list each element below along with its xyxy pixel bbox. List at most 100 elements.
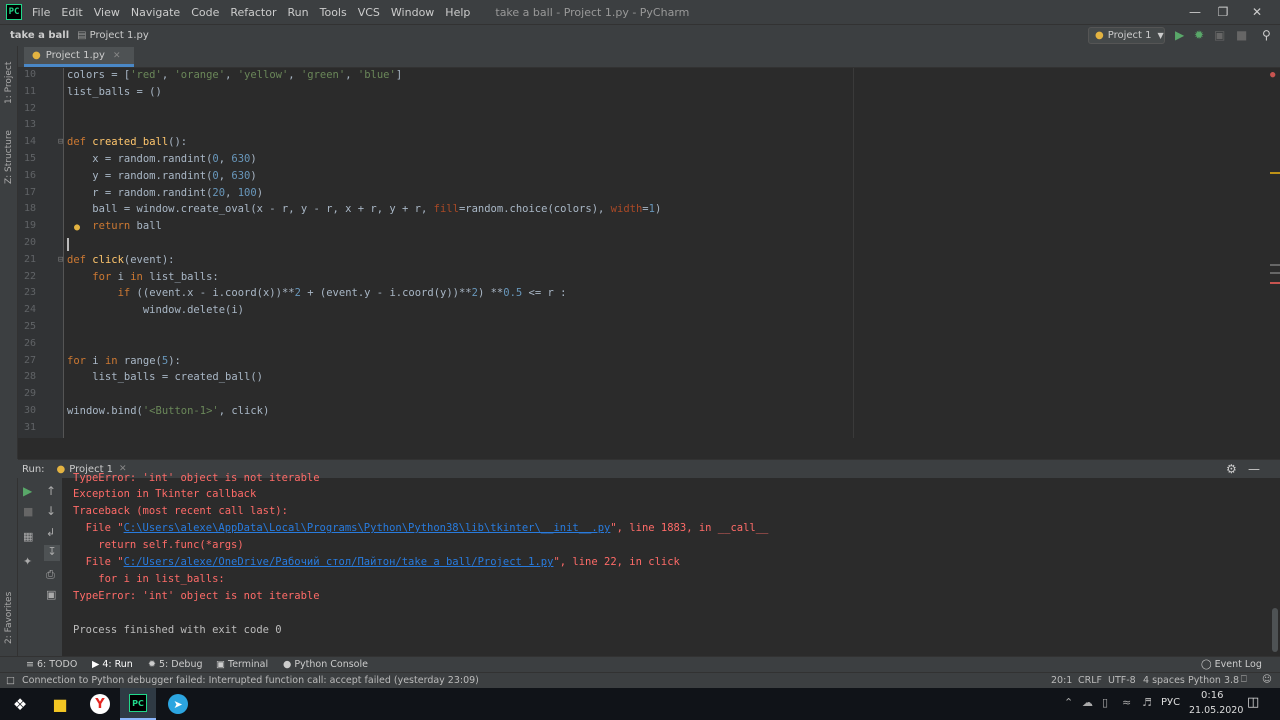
error-stripe[interactable]: [1270, 282, 1280, 284]
scroll-to-end-icon[interactable]: ↧: [44, 545, 60, 561]
wifi-icon[interactable]: ≈: [1122, 696, 1131, 709]
menu-window[interactable]: Window: [387, 6, 438, 19]
telegram-icon[interactable]: ➤: [166, 692, 190, 716]
menu-view[interactable]: View: [90, 6, 124, 19]
code-editor[interactable]: 10 11 12 13 14 ⊟ 15 16 17 18 19 20 21 ⊟ 22 23 24 25 26 27 28…: [18, 68, 1280, 438]
code-line[interactable]: y = random.randint(0, 630): [67, 170, 256, 182]
caret-position[interactable]: 20:1: [1051, 675, 1072, 686]
run-icon[interactable]: ▶: [1175, 28, 1184, 42]
file-encoding[interactable]: UTF-8: [1108, 675, 1136, 686]
clock-date[interactable]: 21.05.2020: [1189, 705, 1243, 716]
pycharm-logo-icon: PC: [129, 694, 147, 712]
code-line[interactable]: r = random.randint(20, 100): [67, 187, 263, 199]
stop-icon[interactable]: ■: [1236, 28, 1247, 42]
down-arrow-icon[interactable]: ↓: [46, 504, 56, 518]
breadcrumb-project[interactable]: take a ball: [0, 30, 69, 41]
code-line[interactable]: window.bind('<Button-1>', click): [67, 405, 269, 417]
run-console[interactable]: TypeError: 'int' object is not iterable …: [62, 472, 1280, 656]
code-line[interactable]: for i in list_balls:: [67, 271, 218, 283]
print-icon[interactable]: ⎙: [46, 568, 55, 582]
line-number: 15: [23, 153, 36, 164]
status-message[interactable]: Connection to Python debugger failed: In…: [22, 675, 479, 686]
code-line[interactable]: window.delete(i): [67, 304, 244, 316]
code-line[interactable]: return ball: [67, 220, 162, 232]
terminal-tool-tab[interactable]: ▣ Terminal: [216, 659, 268, 670]
console-scrollbar[interactable]: [1272, 608, 1278, 652]
up-arrow-icon[interactable]: ↑: [46, 484, 56, 498]
file-explorer-icon[interactable]: ■: [48, 692, 72, 716]
menu-navigate[interactable]: Navigate: [127, 6, 184, 19]
todo-tab-label: 6: TODO: [36, 659, 78, 670]
run-tool-tab[interactable]: ▶ 4: Run: [92, 659, 133, 670]
menu-edit[interactable]: Edit: [57, 6, 86, 19]
title-bar: PC File Edit View Navigate Code Refactor…: [0, 0, 1280, 24]
gear-icon[interactable]: ⚙: [1226, 462, 1237, 476]
marker-stripe[interactable]: [1270, 264, 1280, 266]
stop-icon[interactable]: ■: [23, 505, 33, 518]
menu-file[interactable]: File: [28, 6, 54, 19]
menu-tools[interactable]: Tools: [316, 6, 351, 19]
search-icon[interactable]: ⚲: [1262, 28, 1271, 42]
menu-refactor[interactable]: Refactor: [226, 6, 280, 19]
maximize-icon[interactable]: ❐: [1206, 0, 1240, 24]
code-line[interactable]: list_balls = created_ball(): [67, 371, 263, 383]
language-indicator[interactable]: РУС: [1161, 697, 1180, 708]
code-line[interactable]: list_balls = (): [67, 86, 162, 98]
hide-panel-icon[interactable]: —: [1248, 462, 1260, 476]
python-interpreter[interactable]: Python 3.8: [1188, 675, 1239, 686]
battery-icon[interactable]: ▯: [1102, 696, 1108, 709]
action-center-icon[interactable]: ◫: [1247, 695, 1259, 710]
onedrive-cloud-icon[interactable]: ☁: [1082, 696, 1093, 709]
notification-icon[interactable]: ☺: [1262, 674, 1272, 685]
marker-stripe[interactable]: [1270, 272, 1280, 274]
project-tool-tab[interactable]: 1: Project: [1, 54, 17, 104]
breadcrumb-file[interactable]: Project 1.py: [87, 30, 149, 41]
code-line[interactable]: colors = ['red', 'orange', 'yellow', 'gr…: [67, 69, 402, 81]
fold-icon[interactable]: ⊟: [58, 137, 63, 147]
code-line[interactable]: for i in range(5):: [67, 355, 181, 367]
event-log-tab[interactable]: ◯ Event Log: [1201, 659, 1262, 670]
pin-icon[interactable]: ✦: [23, 555, 32, 568]
warning-stripe[interactable]: [1270, 172, 1280, 174]
debug-icon[interactable]: ✹: [1194, 28, 1204, 42]
code-line[interactable]: def click(event):: [67, 254, 174, 266]
chevron-up-icon[interactable]: ⌃: [1064, 696, 1073, 709]
pycharm-taskbar-button[interactable]: PC: [120, 688, 156, 720]
python-icon: ●: [56, 463, 66, 475]
run-config-select[interactable]: ● Project 1 ▼: [1088, 27, 1165, 44]
rerun-icon[interactable]: ▶: [23, 484, 32, 498]
error-indicator-icon[interactable]: ●: [1270, 70, 1275, 80]
line-separator[interactable]: CRLF: [1078, 675, 1102, 686]
menu-run[interactable]: Run: [284, 6, 313, 19]
clock-time[interactable]: 0:16: [1201, 690, 1223, 701]
trash-icon[interactable]: ▣: [46, 588, 56, 601]
close-icon[interactable]: ✕: [1240, 0, 1274, 24]
traceback-link[interactable]: C:\Users\alexe\AppData\Local\Programs\Py…: [124, 522, 611, 534]
soft-wrap-icon[interactable]: ↲: [46, 526, 55, 539]
menu-vcs[interactable]: VCS: [354, 6, 384, 19]
layout-icon[interactable]: ▦: [23, 530, 33, 543]
todo-tab[interactable]: ≡ 6: TODO: [26, 659, 77, 670]
debug-tool-tab[interactable]: ✹ 5: Debug: [148, 659, 203, 670]
editor-tab-project1[interactable]: ● Project 1.py ✕: [24, 47, 134, 67]
favorites-tool-tab[interactable]: 2: Favorites: [1, 584, 17, 644]
structure-tool-tab[interactable]: Z: Structure: [1, 124, 17, 184]
code-line[interactable]: ball = window.create_oval(x - r, y - r, …: [67, 203, 661, 215]
menu-code[interactable]: Code: [187, 6, 223, 19]
menu-help[interactable]: Help: [441, 6, 474, 19]
code-line[interactable]: x = random.randint(0, 630): [67, 153, 256, 165]
fold-icon[interactable]: ⊟: [58, 255, 63, 265]
code-line[interactable]: if ((event.x - i.coord(x))**2 + (event.y…: [67, 287, 567, 299]
lock-icon[interactable]: ⎕: [1241, 674, 1247, 685]
coverage-icon[interactable]: ▣: [1214, 28, 1225, 42]
volume-icon[interactable]: ♬: [1142, 696, 1152, 709]
status-panel-icon[interactable]: □: [6, 675, 15, 686]
close-tab-icon[interactable]: ✕: [113, 51, 121, 61]
traceback-link[interactable]: C:/Users/alexe/OneDrive/Рабочий стол/Пай…: [124, 556, 554, 568]
indent-setting[interactable]: 4 spaces: [1143, 675, 1185, 686]
python-console-tab[interactable]: ● Python Console: [283, 659, 368, 670]
windows-start-icon[interactable]: ❖: [8, 692, 32, 716]
yandex-browser-icon[interactable]: Y: [88, 692, 112, 716]
code-line[interactable]: def created_ball():: [67, 136, 187, 148]
lightbulb-icon[interactable]: ●: [74, 222, 80, 233]
